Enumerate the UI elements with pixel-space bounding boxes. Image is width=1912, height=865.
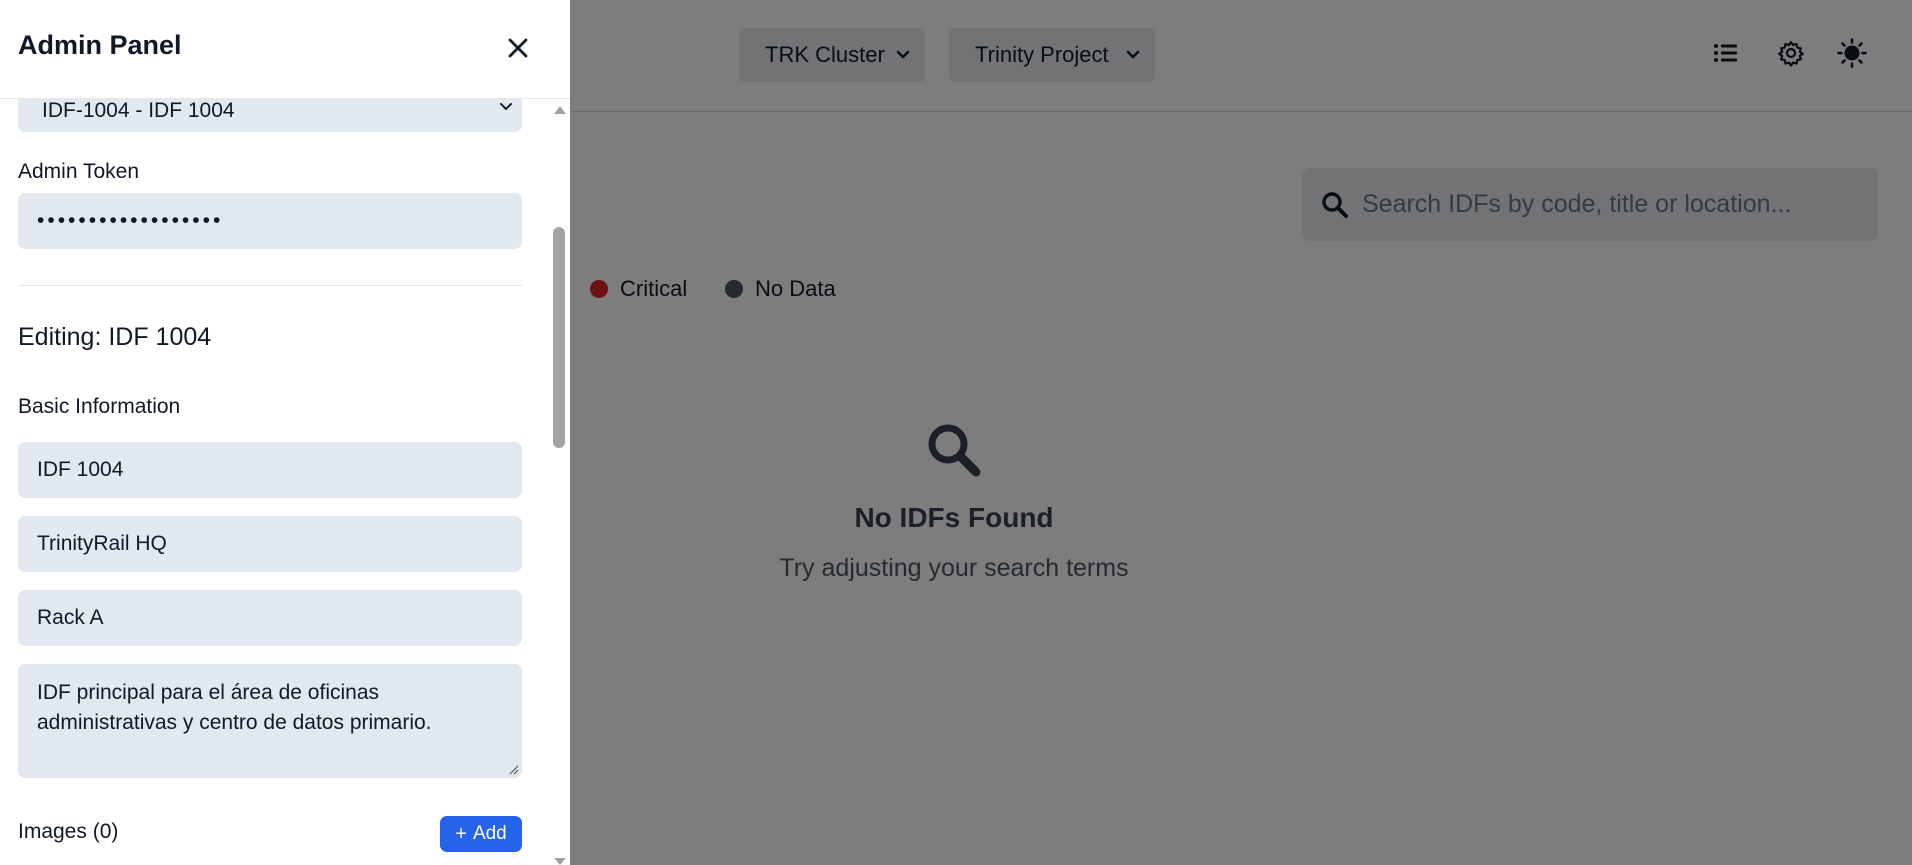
admin-panel-body: IDF-1004 - IDF 1004 Admin Token ••••••••… (0, 99, 570, 865)
admin-token-field[interactable]: •••••••••••••••••• (18, 193, 522, 249)
description-text: IDF principal para el área de oficinas a… (37, 681, 432, 734)
add-button-label: Add (472, 823, 507, 844)
images-label: Images (0) (18, 820, 119, 843)
plus-icon: + (455, 822, 467, 845)
location-field[interactable]: TrinityRail HQ (18, 516, 522, 572)
section-divider (18, 285, 522, 286)
idf-select-value: IDF-1004 - IDF 1004 (42, 99, 235, 122)
resize-grip-icon[interactable] (507, 763, 519, 775)
admin-panel-title: Admin Panel (18, 30, 182, 60)
admin-token-label: Admin Token (18, 160, 140, 183)
description-textarea[interactable]: IDF principal para el área de oficinas a… (18, 664, 522, 778)
editing-heading: Editing: IDF 1004 (18, 323, 212, 351)
close-icon (508, 38, 528, 58)
rack-field[interactable]: Rack A (18, 590, 522, 646)
close-button[interactable] (500, 30, 536, 66)
admin-panel: Admin Panel IDF-1004 - IDF 1004 Admin To… (0, 0, 570, 865)
basic-info-label: Basic Information (18, 395, 181, 418)
add-image-button[interactable]: + Add (440, 816, 522, 852)
scrollbar-thumb[interactable] (553, 227, 565, 448)
panel-scrollbar[interactable] (549, 99, 570, 865)
chevron-down-icon (500, 103, 512, 110)
idf-select[interactable]: IDF-1004 - IDF 1004 (18, 99, 522, 132)
scroll-up-arrow-icon[interactable] (553, 105, 567, 115)
idf-title-field[interactable]: IDF 1004 (18, 442, 522, 498)
scroll-down-arrow-icon[interactable] (553, 857, 567, 865)
admin-panel-header: Admin Panel (0, 0, 570, 99)
